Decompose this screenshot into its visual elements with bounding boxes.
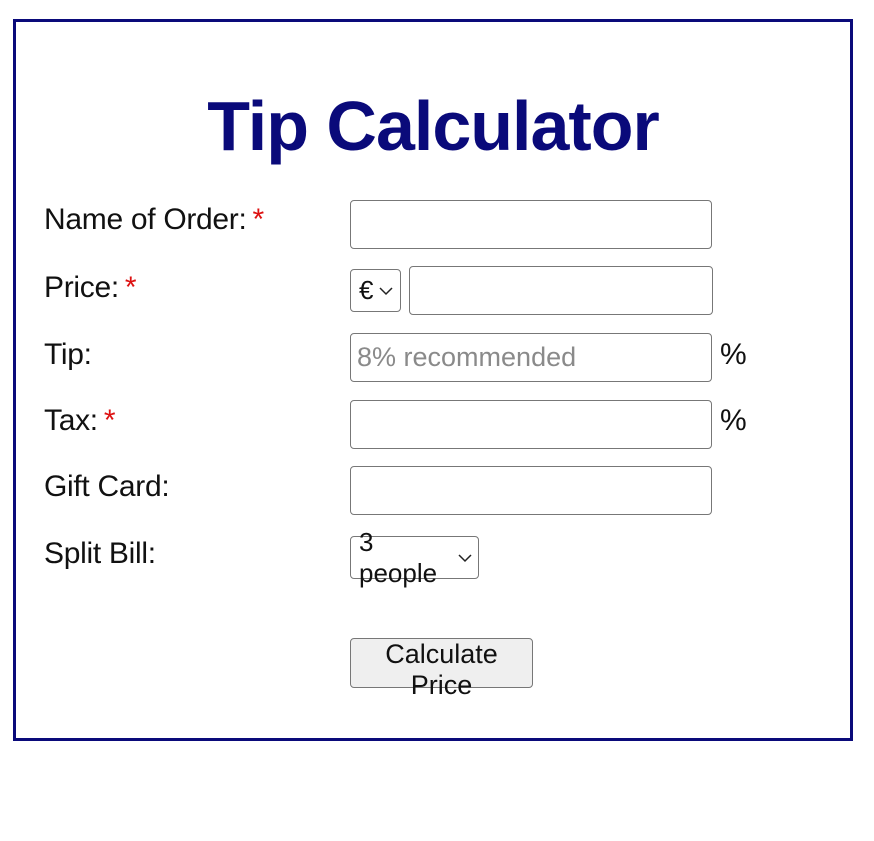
tax-input[interactable] <box>350 400 712 449</box>
tax-percent-suffix: % <box>720 404 747 437</box>
tax-label: Tax: * <box>44 403 116 439</box>
tax-label-text: Tax: <box>44 404 98 437</box>
page-title: Tip Calculator <box>207 87 659 165</box>
tip-label-text: Tip: <box>44 338 92 371</box>
gift-card-label: Gift Card: <box>44 469 170 505</box>
split-bill-label: Split Bill: <box>44 536 156 572</box>
currency-select-value: € <box>359 275 374 305</box>
required-marker: * <box>252 203 265 236</box>
currency-select[interactable]: € <box>350 269 401 312</box>
split-bill-label-text: Split Bill: <box>44 537 156 570</box>
price-label-text: Price: <box>44 271 119 304</box>
name-of-order-input[interactable] <box>350 200 712 249</box>
tip-input[interactable] <box>350 333 712 382</box>
gift-card-input[interactable] <box>350 466 712 515</box>
required-marker: * <box>103 404 116 437</box>
required-marker: * <box>124 271 137 304</box>
calculate-price-button[interactable]: Calculate Price <box>350 638 533 700</box>
chevron-down-icon <box>379 284 393 298</box>
name-of-order-label: Name of Order: * <box>44 202 264 238</box>
price-label: Price: * <box>44 270 137 306</box>
tip-percent-suffix: % <box>720 338 747 371</box>
name-of-order-label-text: Name of Order: <box>44 203 247 236</box>
price-input[interactable] <box>409 266 713 315</box>
chevron-down-icon <box>458 551 472 565</box>
split-bill-select[interactable]: 3 people <box>350 527 479 588</box>
split-bill-select-value: 3 people <box>359 526 438 588</box>
gift-card-label-text: Gift Card: <box>44 470 170 503</box>
tip-label: Tip: <box>44 337 92 373</box>
